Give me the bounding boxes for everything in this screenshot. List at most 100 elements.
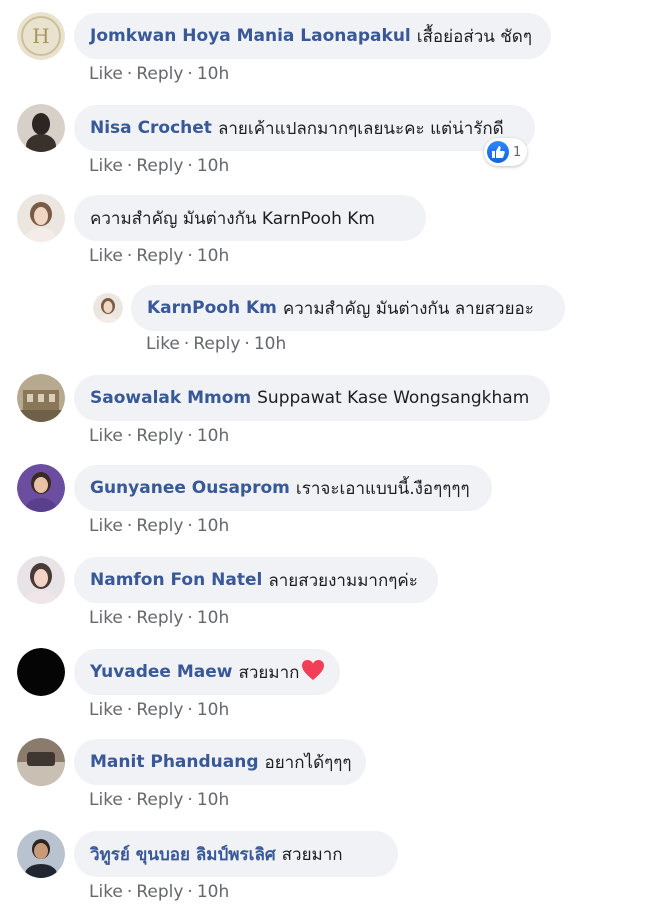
comment-time[interactable]: 10h: [197, 246, 229, 266]
comment-text: อยากได้ๆๆๆ: [264, 752, 352, 773]
separator: ·: [187, 882, 193, 902]
comment-time[interactable]: 10h: [197, 426, 229, 446]
comment-bubble: KarnPooh Km ความสำคัญ มันต่างกัน ลายสวยอ…: [131, 285, 565, 331]
avatar[interactable]: [17, 194, 65, 242]
separator: ·: [183, 334, 190, 354]
reaction-count: 1: [513, 144, 522, 160]
comment-time[interactable]: 10h: [197, 790, 229, 810]
comment-time[interactable]: 10h: [197, 882, 229, 902]
comment-actions: Like · Reply · 10h: [89, 516, 229, 536]
comment-bubble: Saowalak Mmom Suppawat Kase Wongsangkham: [74, 375, 550, 421]
comment-author[interactable]: Namfon Fon Natel: [90, 570, 262, 590]
comment-text: สวยมาก: [281, 844, 343, 865]
comment-actions: Like · Reply · 10h: [89, 246, 229, 266]
avatar[interactable]: [17, 738, 65, 786]
comment-actions: Like · Reply · 10h: [89, 426, 229, 446]
comment-text: Suppawat Kase Wongsangkham: [257, 388, 530, 408]
separator: ·: [244, 334, 250, 354]
like-link[interactable]: Like: [89, 882, 123, 902]
reply-link[interactable]: Reply: [136, 882, 183, 902]
comment-item: Nisa Crochet ลายเค้าแปลกมากๆเลยนะคะ แต่น…: [0, 102, 650, 192]
like-link[interactable]: Like: [89, 156, 123, 176]
separator: ·: [126, 608, 133, 628]
separator: ·: [126, 64, 133, 84]
reply-link[interactable]: Reply: [136, 426, 183, 446]
reaction-summary[interactable]: 1: [484, 138, 528, 166]
avatar[interactable]: [17, 830, 65, 878]
comment-author[interactable]: KarnPooh Km: [147, 298, 277, 318]
comment-item: Namfon Fon Natel ลายสวยงามมากๆค่ะ Like · R…: [0, 554, 650, 644]
comment-bubble: Manit Phanduang อยากได้ๆๆๆ: [74, 739, 366, 785]
comment-actions: Like · Reply · 10h: [89, 64, 229, 84]
reply-link[interactable]: Reply: [136, 700, 183, 720]
comment-text: ลายเค้าแปลกมากๆเลยนะคะ แต่น่ารักดี: [217, 118, 504, 139]
separator: ·: [126, 426, 133, 446]
like-link[interactable]: Like: [89, 608, 123, 628]
avatar[interactable]: H: [17, 12, 65, 60]
comment-text: สวยมาก: [238, 662, 300, 683]
comment-bubble: Namfon Fon Natel ลายสวยงามมากๆค่ะ: [74, 557, 438, 603]
comment-item: ความสำคัญ มันต่างกัน KarnPooh Km Like · Re…: [0, 192, 650, 282]
like-link[interactable]: Like: [89, 64, 123, 84]
like-link[interactable]: Like: [89, 516, 123, 536]
comment-author[interactable]: Nisa Crochet: [90, 118, 212, 138]
separator: ·: [187, 246, 193, 266]
comment-actions: Like · Reply · 10h: [89, 700, 229, 720]
avatar[interactable]: [17, 104, 65, 152]
reply-link[interactable]: Reply: [136, 156, 183, 176]
comment-bubble: Gunyanee Ousaprom เราจะเอาแบบนี้.งือๆๆๆๆ: [74, 465, 492, 511]
avatar[interactable]: [17, 464, 65, 512]
svg-text:H: H: [32, 24, 49, 48]
separator: ·: [126, 790, 133, 810]
avatar[interactable]: [17, 556, 65, 604]
comment-text: ลายสวยงามมากๆค่ะ: [268, 570, 418, 591]
comment-time[interactable]: 10h: [254, 334, 286, 354]
comment-author[interactable]: Saowalak Mmom: [90, 388, 251, 408]
comment-time[interactable]: 10h: [197, 64, 229, 84]
comment-text: ความสำคัญ มันต่างกัน ลายสวยอะ: [282, 298, 534, 319]
separator: ·: [126, 882, 133, 902]
comment-item: วิทูรย์ ขุนบอย ลิมป์พรเลิศ สวยมาก Like · R…: [0, 828, 650, 918]
reply-link[interactable]: Reply: [136, 608, 183, 628]
comment-actions: Like · Reply · 10h: [89, 790, 229, 810]
reply-link[interactable]: Reply: [136, 516, 183, 536]
avatar[interactable]: [93, 293, 123, 323]
separator: ·: [187, 426, 193, 446]
separator: ·: [126, 246, 133, 266]
comment-author[interactable]: Yuvadee Maew: [90, 662, 233, 682]
heart-icon: [301, 659, 325, 686]
comment-item: Saowalak Mmom Suppawat Kase Wongsangkham…: [0, 372, 650, 462]
reply-link[interactable]: Reply: [136, 64, 183, 84]
separator: ·: [187, 700, 193, 720]
like-link[interactable]: Like: [89, 790, 123, 810]
like-link[interactable]: Like: [146, 334, 180, 354]
comment-actions: Like · Reply · 10h: [89, 882, 229, 902]
comment-item: H Jomkwan Hoya Mania Laonapakul เสื้อย่อ…: [0, 10, 650, 100]
reply-item: KarnPooh Km ความสำคัญ มันต่างกัน ลายสวยอ…: [0, 282, 650, 372]
like-icon: [487, 141, 509, 163]
comment-author[interactable]: Manit Phanduang: [90, 752, 259, 772]
like-link[interactable]: Like: [89, 246, 123, 266]
avatar[interactable]: [17, 648, 65, 696]
separator: ·: [187, 156, 193, 176]
comment-author[interactable]: Gunyanee Ousaprom: [90, 478, 290, 498]
comment-author[interactable]: วิทูรย์ ขุนบอย ลิมป์พรเลิศ: [90, 841, 276, 868]
comment-bubble: Jomkwan Hoya Mania Laonapakul เสื้อย่อส่…: [74, 13, 551, 59]
comment-time[interactable]: 10h: [197, 516, 229, 536]
like-link[interactable]: Like: [89, 700, 123, 720]
comment-bubble: Nisa Crochet ลายเค้าแปลกมากๆเลยนะคะ แต่น…: [74, 105, 535, 151]
comment-time[interactable]: 10h: [197, 700, 229, 720]
comment-time[interactable]: 10h: [197, 608, 229, 628]
reply-link[interactable]: Reply: [136, 246, 183, 266]
separator: ·: [187, 790, 193, 810]
reply-link[interactable]: Reply: [193, 334, 240, 354]
avatar[interactable]: [17, 374, 65, 422]
comment-time[interactable]: 10h: [197, 156, 229, 176]
comment-actions: Like · Reply · 10h: [89, 156, 229, 176]
like-link[interactable]: Like: [89, 426, 123, 446]
comment-item: Yuvadee Maew สวยมาก Like · Reply · 10h: [0, 646, 650, 736]
reply-link[interactable]: Reply: [136, 790, 183, 810]
comment-text: เสื้อย่อส่วน ชัดๆ: [416, 26, 532, 47]
comment-author[interactable]: Jomkwan Hoya Mania Laonapakul: [90, 26, 411, 46]
separator: ·: [126, 516, 133, 536]
